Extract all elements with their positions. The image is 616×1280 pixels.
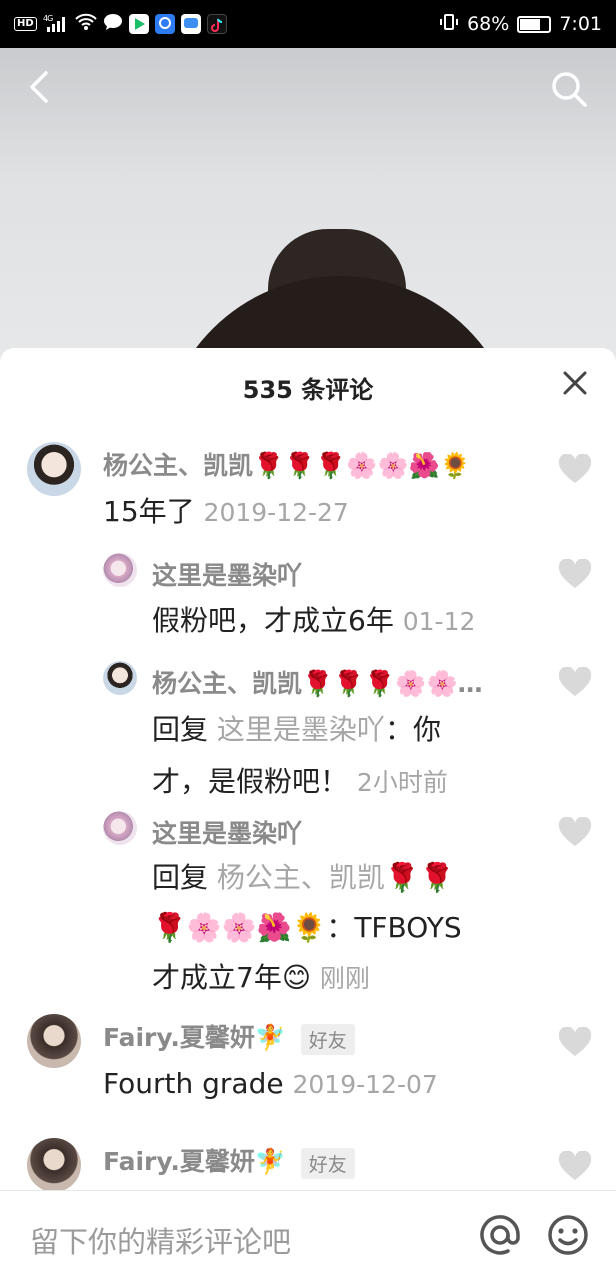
comment-author-name[interactable]: Fairy.夏馨妍🧚: [103, 1147, 286, 1176]
reply-text-line2: 才，是假粉吧！: [152, 765, 349, 798]
status-right: 68% 7:01: [439, 12, 602, 37]
comment-author[interactable]: Fairy.夏馨妍🧚 好友: [103, 1018, 355, 1055]
reply-time: 01-12: [402, 607, 476, 636]
comment-body: 15年了 2019-12-27: [103, 486, 349, 539]
avatar[interactable]: [27, 442, 81, 496]
reply-text-line3: 才成立7年😊: [152, 961, 312, 994]
chat-app-icon: [180, 14, 201, 34]
reply-target-continued[interactable]: 🌹🌸🌸🌺🌻: [152, 911, 326, 944]
like-heart-icon[interactable]: [558, 454, 592, 484]
at-icon[interactable]: [478, 1213, 522, 1257]
video-app-icon: [128, 14, 149, 34]
wifi-icon: [74, 13, 97, 36]
comment-time: 2019-12-27: [203, 498, 349, 527]
comment-author[interactable]: Fairy.夏馨妍🧚 好友: [103, 1142, 355, 1179]
reply-target[interactable]: 杨公主、凯凯🌹🌹: [217, 861, 455, 894]
clock: 7:01: [559, 13, 602, 35]
battery-percent: 68%: [467, 13, 510, 35]
reply-text-line1: ：你: [384, 713, 441, 746]
avatar[interactable]: [27, 1014, 81, 1068]
comment-body: Fourth grade 2019-12-07: [103, 1058, 438, 1111]
comment-author[interactable]: 杨公主、凯凯🌹🌹🌹🌸🌸🌺🌻: [103, 446, 471, 482]
tiktok-app-icon: [206, 14, 227, 34]
reply-time: 2小时前: [356, 768, 448, 797]
svg-text:4G: 4G: [43, 14, 53, 23]
reply-body: 回复 这里是墨染吖：你 才，是假粉吧！ 2小时前: [152, 704, 532, 809]
like-heart-icon[interactable]: [558, 667, 592, 697]
reply-text-line2: ：TFBOYS: [326, 911, 462, 944]
comment-text: Fourth grade: [103, 1067, 284, 1100]
battery-icon: [517, 15, 552, 33]
reply-time: 刚刚: [319, 964, 370, 993]
avatar[interactable]: [103, 553, 137, 587]
friend-badge: 好友: [300, 1023, 355, 1055]
emoji-icon[interactable]: [546, 1213, 590, 1257]
like-heart-icon[interactable]: [558, 1027, 592, 1057]
comment-input[interactable]: 留下你的精彩评论吧: [30, 1219, 291, 1261]
status-left: HD 4G: [14, 13, 227, 36]
vibrate-icon: [439, 12, 459, 37]
reply-author[interactable]: 这里是墨染吖: [152, 556, 302, 592]
reply-text: 假粉吧，才成立6年: [152, 604, 394, 637]
like-heart-icon[interactable]: [558, 559, 592, 589]
like-heart-icon[interactable]: [558, 817, 592, 847]
avatar[interactable]: [27, 1138, 81, 1192]
comment-author-name[interactable]: Fairy.夏馨妍🧚: [103, 1023, 286, 1052]
friend-badge: 好友: [300, 1147, 355, 1179]
reply-prefix: 回复: [152, 861, 209, 894]
comments-count-title: 535 条评论: [242, 376, 374, 404]
back-arrow-icon[interactable]: [26, 70, 54, 104]
comment-time: 2019-12-07: [292, 1070, 438, 1099]
close-icon[interactable]: [562, 370, 588, 396]
reply-body: 回复 杨公主、凯凯🌹🌹 🌹🌸🌸🌺🌻：TFBOYS 才成立7年😊 刚刚: [152, 853, 542, 1004]
browser-app-icon: [154, 14, 175, 34]
like-heart-icon[interactable]: [558, 1151, 592, 1181]
comments-panel: 535 条评论 杨公主、凯凯🌹🌹🌹🌸🌸🌺🌻 15年了 2019-12-27 这里…: [0, 348, 616, 1280]
signal-icon: 4G: [43, 13, 69, 36]
reply-body: 假粉吧，才成立6年 01-12: [152, 595, 475, 648]
reply-prefix: 回复: [152, 713, 209, 746]
video-player[interactable]: [0, 48, 616, 368]
message-icon: [103, 13, 123, 36]
reply-author[interactable]: 杨公主、凯凯🌹🌹🌹🌸🌸…: [152, 664, 483, 700]
reply-author[interactable]: 这里是墨染吖: [152, 814, 302, 850]
search-icon[interactable]: [548, 68, 590, 110]
comment-text: 15年了: [103, 495, 195, 528]
comment-input-bar: 留下你的精彩评论吧: [0, 1190, 616, 1280]
avatar[interactable]: [103, 811, 137, 845]
reply-target[interactable]: 这里是墨染吖: [217, 713, 385, 746]
avatar[interactable]: [103, 661, 137, 695]
hd-badge: HD: [14, 17, 37, 31]
status-bar: HD 4G 68% 7:01: [0, 0, 616, 48]
